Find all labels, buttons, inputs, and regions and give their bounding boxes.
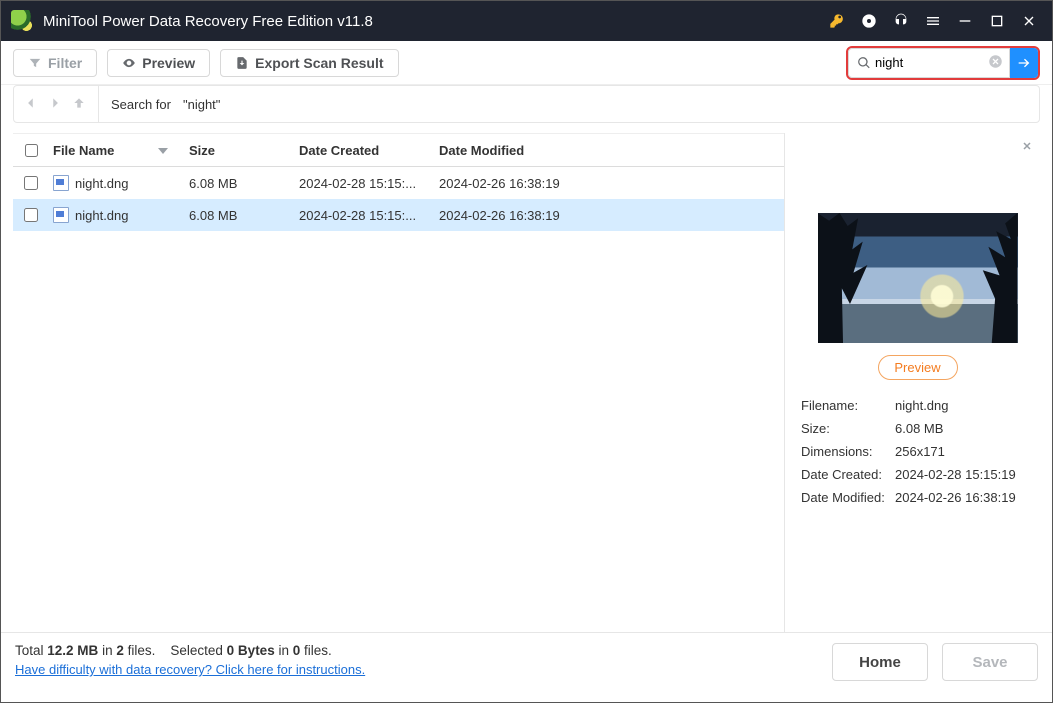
app-logo — [11, 10, 33, 32]
breadcrumb-term: "night" — [183, 97, 220, 112]
meta-label-size: Size: — [801, 421, 895, 436]
footer-stats: Total 12.2 MB in 2 files. Selected 0 Byt… — [15, 643, 832, 658]
home-button[interactable]: Home — [832, 643, 928, 681]
maximize-icon[interactable] — [988, 12, 1006, 30]
app-title: MiniTool Power Data Recovery Free Editio… — [43, 13, 373, 30]
meta-label-modified: Date Modified: — [801, 490, 895, 505]
file-modified: 2024-02-26 16:38:19 — [439, 176, 784, 191]
preview-thumbnail — [818, 213, 1018, 343]
preview-label: Preview — [142, 55, 195, 71]
file-name: night.dng — [75, 208, 129, 223]
minimize-icon[interactable] — [956, 12, 974, 30]
support-icon[interactable] — [892, 12, 910, 30]
select-all-checkbox[interactable] — [25, 144, 38, 157]
table-row[interactable]: night.dng 6.08 MB 2024-02-28 15:15:... 2… — [13, 199, 784, 231]
export-label: Export Scan Result — [255, 55, 383, 71]
filter-label: Filter — [48, 55, 82, 71]
preview-button[interactable]: Preview — [107, 49, 210, 77]
toolbar: Filter Preview Export Scan Result — [1, 41, 1052, 85]
table-row[interactable]: night.dng 6.08 MB 2024-02-28 15:15:... 2… — [13, 167, 784, 199]
breadcrumb: Search for "night" — [13, 85, 1040, 123]
col-size[interactable]: Size — [189, 143, 299, 158]
file-created: 2024-02-28 15:15:... — [299, 208, 439, 223]
meta-label-dimensions: Dimensions: — [801, 444, 895, 459]
file-name: night.dng — [75, 176, 129, 191]
row-checkbox[interactable] — [24, 176, 38, 190]
file-size: 6.08 MB — [189, 176, 299, 191]
preview-open-button[interactable]: Preview — [878, 355, 958, 380]
meta-val-size: 6.08 MB — [895, 421, 1034, 436]
file-list-header: File Name Size Date Created Date Modifie… — [13, 133, 784, 167]
col-created[interactable]: Date Created — [299, 143, 439, 158]
file-icon — [53, 175, 69, 191]
meta-val-filename: night.dng — [895, 398, 1034, 413]
nav-forward-icon[interactable] — [48, 96, 62, 113]
meta-val-created: 2024-02-28 15:15:19 — [895, 467, 1034, 482]
search-submit-button[interactable] — [1010, 48, 1038, 78]
meta-val-dimensions: 256x171 — [895, 444, 1034, 459]
file-size: 6.08 MB — [189, 208, 299, 223]
titlebar: MiniTool Power Data Recovery Free Editio… — [1, 1, 1052, 41]
disc-icon[interactable] — [860, 12, 878, 30]
save-button[interactable]: Save — [942, 643, 1038, 681]
col-name[interactable]: File Name — [53, 143, 114, 158]
meta-label-filename: Filename: — [801, 398, 895, 413]
nav-up-icon[interactable] — [72, 96, 86, 113]
meta-val-modified: 2024-02-26 16:38:19 — [895, 490, 1034, 505]
menu-icon[interactable] — [924, 12, 942, 30]
meta-label-created: Date Created: — [801, 467, 895, 482]
file-created: 2024-02-28 15:15:... — [299, 176, 439, 191]
breadcrumb-prefix: Search for — [111, 97, 171, 112]
license-key-icon[interactable] — [828, 12, 846, 30]
footer: Total 12.2 MB in 2 files. Selected 0 Byt… — [1, 632, 1052, 702]
sort-indicator-icon — [118, 143, 168, 158]
preview-metadata: Filename:night.dng Size:6.08 MB Dimensio… — [801, 398, 1034, 505]
search-input[interactable] — [875, 55, 988, 70]
close-preview-icon[interactable] — [1018, 137, 1036, 155]
export-button[interactable]: Export Scan Result — [220, 49, 398, 77]
help-link[interactable]: Have difficulty with data recovery? Clic… — [15, 662, 365, 677]
search-box — [846, 46, 1040, 80]
nav-back-icon[interactable] — [24, 96, 38, 113]
row-checkbox[interactable] — [24, 208, 38, 222]
col-modified[interactable]: Date Modified — [439, 143, 784, 158]
close-icon[interactable] — [1020, 12, 1038, 30]
search-icon — [857, 56, 871, 70]
clear-search-icon[interactable] — [988, 54, 1009, 72]
preview-panel: Preview Filename:night.dng Size:6.08 MB … — [795, 133, 1040, 632]
file-list: File Name Size Date Created Date Modifie… — [13, 133, 785, 632]
filter-button[interactable]: Filter — [13, 49, 97, 77]
file-icon — [53, 207, 69, 223]
file-modified: 2024-02-26 16:38:19 — [439, 208, 784, 223]
